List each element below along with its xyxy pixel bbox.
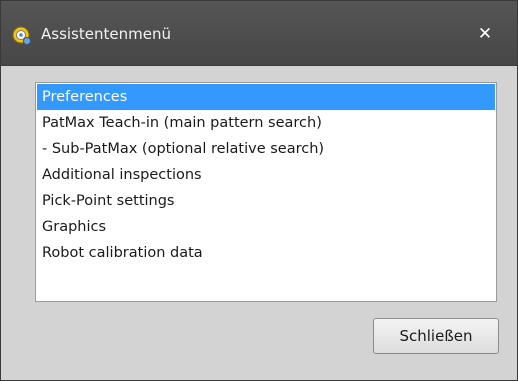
assistant-menu-list[interactable]: Preferences PatMax Teach-in (main pattern… bbox=[35, 82, 497, 302]
window-title: Assistentenmenü bbox=[41, 25, 171, 43]
list-item[interactable]: Additional inspections bbox=[37, 162, 495, 188]
list-item[interactable]: PatMax Teach-in (main pattern search) bbox=[37, 110, 495, 136]
list-item[interactable]: Preferences bbox=[37, 84, 495, 110]
assistant-dialog: Assistentenmenü ✕ Preferences PatMax Teac… bbox=[0, 0, 518, 381]
close-button[interactable]: Schließen bbox=[373, 318, 499, 354]
list-item[interactable]: Pick-Point settings bbox=[37, 188, 495, 214]
title-bar[interactable]: Assistentenmenü ✕ bbox=[1, 1, 517, 66]
assistant-icon bbox=[12, 25, 32, 45]
list-item[interactable]: Graphics bbox=[37, 214, 495, 240]
list-item[interactable]: - Sub-PatMax (optional relative search) bbox=[37, 136, 495, 162]
list-item[interactable]: Robot calibration data bbox=[37, 240, 495, 266]
close-icon[interactable]: ✕ bbox=[472, 22, 498, 46]
